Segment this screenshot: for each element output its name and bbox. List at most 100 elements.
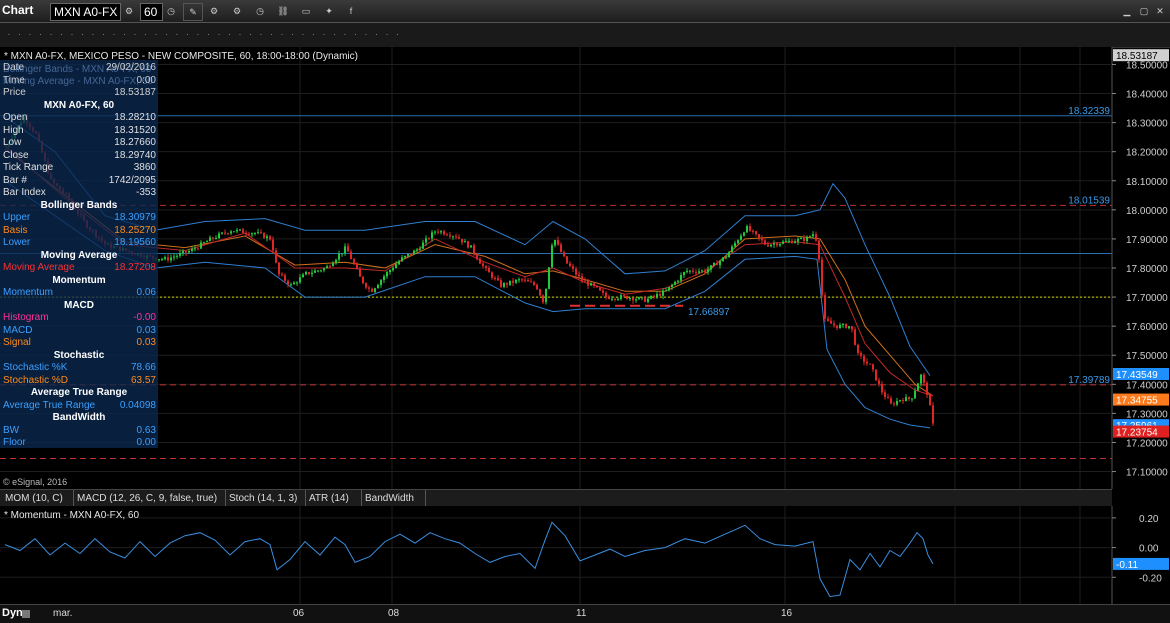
gear-icon[interactable]: ⚙ xyxy=(228,3,246,19)
candle-body xyxy=(896,400,898,405)
indicator-tab[interactable]: BandWidth xyxy=(362,490,426,507)
momentum-chart[interactable]: 0.20 0.00 -0.20-0.11 * Momentum - MXN A0-F… xyxy=(0,506,1170,604)
scroll-handle-icon[interactable] xyxy=(22,610,30,618)
drawing-tool-icon[interactable]: · xyxy=(183,28,193,42)
candle-body xyxy=(797,238,799,242)
candle-body xyxy=(380,280,382,285)
drawing-tool-icon[interactable]: · xyxy=(4,28,14,42)
time-label-first: mar. xyxy=(53,608,73,619)
info-row: Date 29/02/2016 xyxy=(3,62,156,74)
drawing-tool-icon[interactable]: · xyxy=(99,28,109,42)
candle-body xyxy=(623,295,625,297)
candle-body xyxy=(248,233,250,235)
drawing-tool-icon[interactable]: · xyxy=(267,28,277,42)
drawing-tool-icon[interactable]: · xyxy=(162,28,172,42)
candle-body xyxy=(209,237,211,242)
candle-body xyxy=(821,259,823,296)
candle-body xyxy=(302,274,304,278)
interval-input[interactable]: 60 xyxy=(140,3,163,21)
drawing-tool-icon[interactable]: · xyxy=(78,28,88,42)
candle-body xyxy=(440,231,442,233)
drawing-tool-icon[interactable]: · xyxy=(151,28,161,42)
drawing-tool-icon[interactable]: · xyxy=(372,28,382,42)
drawing-tool-icon[interactable]: · xyxy=(36,28,46,42)
indicator-tab[interactable]: MACD (12, 26, C, 9, false, true) xyxy=(74,490,226,507)
drawing-tool-icon[interactable]: · xyxy=(120,28,130,42)
level-label: 18.01539 xyxy=(1068,195,1110,206)
gear-icon[interactable]: ⚙ xyxy=(205,3,223,19)
drawing-tool-icon[interactable]: · xyxy=(393,28,403,42)
candle-body xyxy=(296,282,298,284)
candle-body xyxy=(284,275,286,281)
candle-body xyxy=(206,241,208,243)
pencil-icon[interactable]: ✎ xyxy=(183,3,203,21)
price-chart[interactable]: 18.3233918.0153917.3978917.66897 18.5000… xyxy=(0,47,1170,489)
dynamic-mode-label[interactable]: Dyn xyxy=(2,607,23,619)
link-icon[interactable]: ⛓ xyxy=(274,3,292,19)
drawing-tool-icon[interactable]: · xyxy=(214,28,224,42)
candle-body xyxy=(839,324,841,329)
minimize-icon[interactable]: ▁ xyxy=(1120,3,1134,19)
candle-body xyxy=(800,237,802,239)
symbol-input[interactable]: MXN A0-FX xyxy=(50,3,121,21)
info-row: Stochastic %K 78.66 xyxy=(3,362,156,374)
y-tick-label: 18.20000 xyxy=(1126,148,1168,159)
display-icon[interactable]: ▭ xyxy=(297,3,315,19)
twitter-icon[interactable]: ✦ xyxy=(320,3,338,19)
info-section-title: Stochastic xyxy=(53,349,105,361)
candle-body xyxy=(530,281,532,283)
drawing-tool-icon[interactable]: · xyxy=(193,28,203,42)
drawing-tool-icon[interactable]: · xyxy=(46,28,56,42)
symbol-settings-icon[interactable]: ⚙ xyxy=(120,3,138,19)
candle-body xyxy=(860,353,862,357)
facebook-icon[interactable]: f xyxy=(342,3,360,19)
info-row-label: Basis xyxy=(3,224,28,236)
candle-body xyxy=(452,236,454,238)
drawing-tool-icon[interactable]: · xyxy=(235,28,245,42)
candle-body xyxy=(728,252,730,258)
drawing-tool-icon[interactable]: · xyxy=(88,28,98,42)
clock-icon[interactable]: ◷ xyxy=(251,3,269,19)
drawing-tool-icon[interactable]: · xyxy=(57,28,67,42)
close-icon[interactable]: ✕ xyxy=(1153,3,1167,19)
drawing-tool-icon[interactable]: · xyxy=(204,28,214,42)
drawing-tool-icon[interactable]: · xyxy=(298,28,308,42)
info-row-value: 0.06 xyxy=(136,287,156,298)
candle-body xyxy=(878,380,880,385)
candle-body xyxy=(752,230,754,232)
drawing-tool-icon[interactable]: · xyxy=(25,28,35,42)
drawing-tool-icon[interactable]: · xyxy=(172,28,182,42)
drawing-tool-icon[interactable]: · xyxy=(141,28,151,42)
drawing-tool-icon[interactable]: · xyxy=(277,28,287,42)
drawing-tool-icon[interactable]: · xyxy=(256,28,266,42)
drawing-tool-icon[interactable]: · xyxy=(67,28,77,42)
indicator-tab[interactable]: ATR (14) xyxy=(306,490,362,507)
time-label: 11 xyxy=(576,608,587,619)
drawing-tool-icon[interactable]: · xyxy=(319,28,329,42)
indicator-tab[interactable]: MOM (10, C) xyxy=(2,490,74,507)
info-section-title: Bollinger Bands xyxy=(40,199,118,211)
time-label: 08 xyxy=(388,608,400,619)
drawing-tool-icon[interactable]: · xyxy=(340,28,350,42)
indicator-tab[interactable]: Stoch (14, 1, 3) xyxy=(226,490,306,507)
drawing-tool-icon[interactable]: · xyxy=(351,28,361,42)
drawing-tool-icon[interactable]: · xyxy=(246,28,256,42)
drawing-tool-icon[interactable]: · xyxy=(15,28,25,42)
candle-body xyxy=(437,231,439,233)
drawing-tool-icon[interactable]: · xyxy=(382,28,392,42)
candle-body xyxy=(428,238,430,240)
drawing-tool-icon[interactable]: · xyxy=(225,28,235,42)
candle-body xyxy=(902,400,904,402)
level-label: 18.32339 xyxy=(1068,106,1110,117)
clock-icon[interactable]: ◷ xyxy=(162,3,180,19)
drawing-tool-icon[interactable]: · xyxy=(130,28,140,42)
drawing-tool-icon[interactable]: · xyxy=(309,28,319,42)
candle-body xyxy=(236,229,238,232)
drawing-tool-icon[interactable]: · xyxy=(361,28,371,42)
info-row-value: 18.25270 xyxy=(114,224,156,236)
drawing-tool-icon[interactable]: · xyxy=(288,28,298,42)
drawing-tool-icon[interactable]: · xyxy=(330,28,340,42)
maximize-icon[interactable]: ▢ xyxy=(1137,3,1151,19)
candle-body xyxy=(182,251,184,254)
drawing-tool-icon[interactable]: · xyxy=(109,28,119,42)
